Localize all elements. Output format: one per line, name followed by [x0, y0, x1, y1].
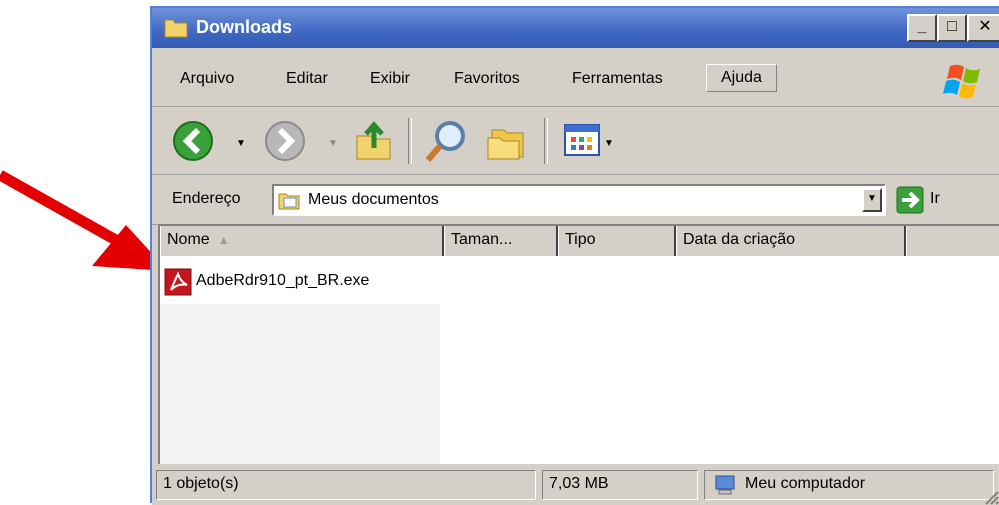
status-size: 7,03 MB	[542, 470, 698, 500]
address-dropdown-button[interactable]: ▼	[862, 188, 882, 212]
file-name: AdbeRdr910_pt_BR.exe	[196, 272, 370, 289]
menu-editar[interactable]: Editar	[286, 66, 328, 92]
maximize-button[interactable]: □	[937, 14, 967, 42]
toolbar-separator	[544, 118, 548, 164]
column-name[interactable]: Nome ▲	[160, 226, 444, 256]
status-location-label: Meu computador	[745, 475, 866, 492]
menu-ferramentas[interactable]: Ferramentas	[572, 66, 663, 92]
status-bar: 1 objeto(s) 7,03 MB Meu computador	[152, 464, 999, 505]
annotation-arrow	[0, 170, 168, 271]
close-button[interactable]: ✕	[967, 14, 999, 42]
computer-icon	[715, 475, 735, 495]
window-title: Downloads	[196, 17, 293, 37]
column-type[interactable]: Tipo	[558, 226, 676, 256]
sort-ascending-icon: ▲	[217, 233, 230, 247]
title-bar[interactable]: Downloads _ □ ✕	[152, 8, 999, 48]
name-column-area	[160, 304, 440, 466]
adobe-reader-icon	[164, 268, 192, 296]
views-icon[interactable]	[564, 124, 600, 156]
menu-arquivo[interactable]: Arquivo	[180, 66, 234, 92]
my-documents-icon	[278, 193, 300, 210]
up-folder-icon[interactable]	[354, 118, 394, 162]
address-bar: Endereço Meus documentos ▼ Ir	[152, 176, 999, 225]
forward-dropdown-icon[interactable]: ▼	[328, 138, 338, 149]
forward-icon[interactable]	[264, 120, 306, 162]
column-created[interactable]: Data da criação	[676, 226, 906, 256]
back-dropdown-icon[interactable]: ▼	[236, 138, 246, 149]
address-value: Meus documentos	[308, 191, 439, 208]
menu-exibir[interactable]: Exibir	[370, 66, 410, 92]
resize-grip-icon[interactable]	[981, 487, 999, 505]
folders-icon[interactable]	[486, 120, 530, 162]
explorer-window: Downloads _ □ ✕ Arquivo Editar Exibir Fa…	[150, 6, 999, 505]
address-field[interactable]: Meus documentos ▼	[272, 184, 886, 216]
search-icon[interactable]	[424, 118, 468, 164]
minimize-button[interactable]: _	[907, 14, 937, 42]
go-arrow-icon[interactable]	[896, 186, 924, 214]
windows-logo-icon	[943, 64, 980, 99]
file-list: Nome ▲ Taman... Tipo Data da criação Adbe…	[158, 224, 999, 466]
folder-icon	[164, 19, 188, 38]
status-object-count: 1 objeto(s)	[156, 470, 536, 500]
menu-ajuda[interactable]: Ajuda	[706, 64, 777, 92]
menu-favoritos[interactable]: Favoritos	[454, 66, 520, 92]
column-empty[interactable]	[906, 226, 999, 256]
column-size[interactable]: Taman...	[444, 226, 558, 256]
views-dropdown-icon[interactable]: ▼	[604, 138, 614, 149]
back-icon[interactable]	[172, 120, 214, 162]
menu-bar: Arquivo Editar Exibir Favoritos Ferramen…	[152, 50, 999, 107]
go-label[interactable]: Ir	[930, 190, 940, 208]
toolbar-separator	[408, 118, 412, 164]
status-location: Meu computador	[704, 470, 994, 500]
column-header: Nome ▲ Taman... Tipo Data da criação	[160, 226, 999, 256]
toolbar: ▼ ▼ ▼	[152, 108, 999, 175]
address-label: Endereço	[172, 190, 241, 207]
